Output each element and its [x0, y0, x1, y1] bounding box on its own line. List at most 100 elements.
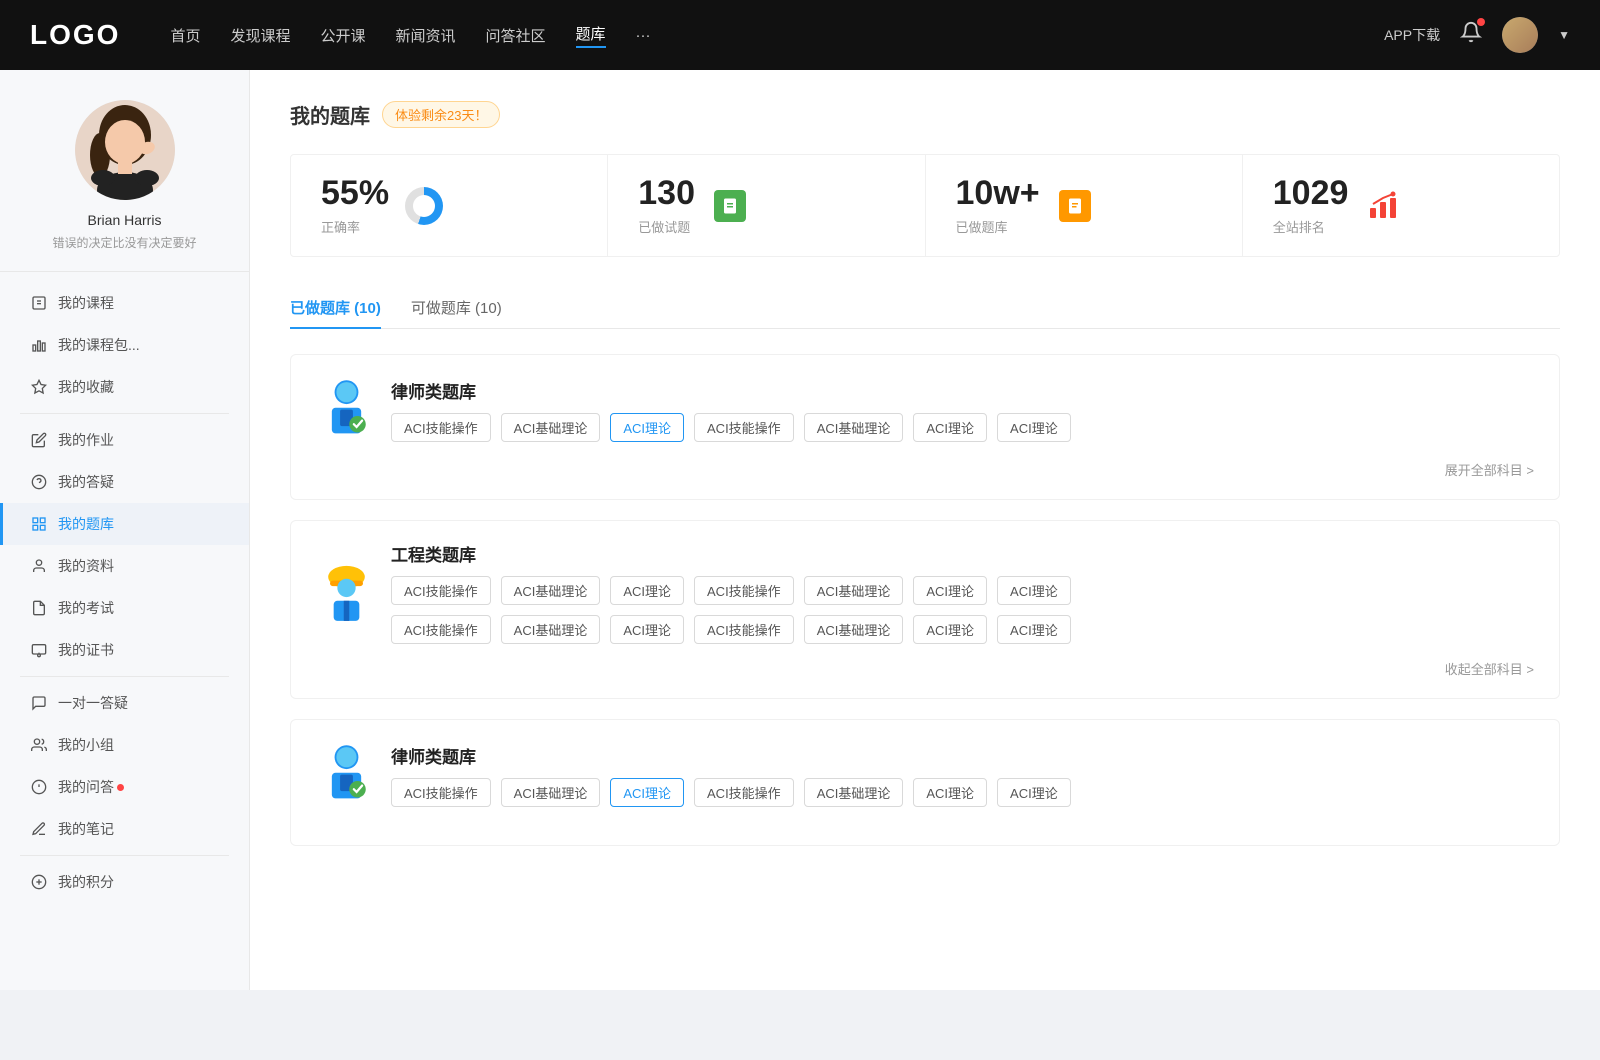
sidebar-item-1on1[interactable]: 一对一答疑 — [0, 682, 249, 724]
l2-tag-4[interactable]: ACI技能操作 — [694, 778, 794, 807]
questions-icon — [710, 186, 750, 226]
l2-tag-2[interactable]: ACI基础理论 — [501, 778, 601, 807]
qbank-lawyer-1-title: 律师类题库 — [391, 378, 1071, 403]
nav-more[interactable]: ··· — [636, 27, 651, 44]
sidebar-item-certificate[interactable]: 我的证书 — [0, 629, 249, 671]
sidebar-divider-1 — [20, 413, 229, 414]
sidebar-item-points[interactable]: 我的积分 — [0, 861, 249, 903]
collapse-engineer[interactable]: 收起全部科目 > — [316, 659, 1534, 678]
eng-tag-5[interactable]: ACI基础理论 — [804, 576, 904, 605]
logo: LOGO — [30, 19, 120, 51]
nav-qa[interactable]: 问答社区 — [486, 25, 546, 46]
tabs: 已做题库 (10) 可做题库 (10) — [290, 287, 1560, 329]
main-layout: Brian Harris 错误的决定比没有决定要好 我的课程 我的课程包... — [0, 70, 1600, 990]
l2-tag-7[interactable]: ACI理论 — [997, 778, 1071, 807]
group-icon — [30, 736, 48, 754]
sidebar-item-course-package[interactable]: 我的课程包... — [0, 324, 249, 366]
stat-questions-label: 已做试题 — [638, 217, 695, 236]
tag-7[interactable]: ACI理论 — [997, 413, 1071, 442]
sidebar-item-homework[interactable]: 我的作业 — [0, 419, 249, 461]
user-avatar[interactable] — [1502, 17, 1538, 53]
l2-tag-1[interactable]: ACI技能操作 — [391, 778, 491, 807]
tab-available-banks[interactable]: 可做题库 (10) — [411, 287, 502, 328]
qa-notification-dot — [117, 784, 124, 791]
sidebar: Brian Harris 错误的决定比没有决定要好 我的课程 我的课程包... — [0, 70, 250, 990]
eng-tag-3[interactable]: ACI理论 — [610, 576, 684, 605]
tag-6[interactable]: ACI理论 — [913, 413, 987, 442]
nav-opencourse[interactable]: 公开课 — [320, 25, 365, 46]
grid-icon — [30, 515, 48, 533]
qbank-engineer-tags-row1: ACI技能操作 ACI基础理论 ACI理论 ACI技能操作 ACI基础理论 AC… — [391, 576, 1534, 605]
notification-badge — [1477, 18, 1485, 26]
l2-tag-5[interactable]: ACI基础理论 — [804, 778, 904, 807]
page-title: 我的题库 — [290, 100, 370, 129]
sidebar-item-exam[interactable]: 我的考试 — [0, 587, 249, 629]
sidebar-username: Brian Harris — [88, 212, 162, 228]
page-header: 我的题库 体验剩余23天！ — [290, 100, 1560, 129]
eng-tag-10[interactable]: ACI理论 — [610, 615, 684, 644]
qa-icon — [30, 778, 48, 796]
qbank-lawyer-2-title: 律师类题库 — [391, 743, 1071, 768]
eng-tag-8[interactable]: ACI技能操作 — [391, 615, 491, 644]
coin-icon — [30, 873, 48, 891]
sidebar-item-qbank[interactable]: 我的题库 — [0, 503, 249, 545]
sidebar-item-notes[interactable]: 我的笔记 — [0, 808, 249, 850]
sidebar-item-group[interactable]: 我的小组 — [0, 724, 249, 766]
app-download-link[interactable]: APP下载 — [1384, 25, 1440, 45]
qbank-card-lawyer-2: 律师类题库 ACI技能操作 ACI基础理论 ACI理论 ACI技能操作 ACI基… — [290, 719, 1560, 846]
eng-tag-1[interactable]: ACI技能操作 — [391, 576, 491, 605]
tag-1[interactable]: ACI技能操作 — [391, 413, 491, 442]
engineer-icon — [316, 558, 376, 628]
question-icon — [30, 473, 48, 491]
qbank-card-lawyer-1: 律师类题库 ACI技能操作 ACI基础理论 ACI理论 ACI技能操作 ACI基… — [290, 354, 1560, 500]
tag-2[interactable]: ACI基础理论 — [501, 413, 601, 442]
trial-badge: 体验剩余23天！ — [382, 101, 500, 128]
user-icon — [30, 557, 48, 575]
sidebar-item-qa[interactable]: 我的答疑 — [0, 461, 249, 503]
notification-bell[interactable] — [1460, 21, 1482, 49]
sidebar-item-my-course[interactable]: 我的课程 — [0, 282, 249, 324]
chat-icon — [30, 694, 48, 712]
sidebar-item-my-qa[interactable]: 我的问答 — [0, 766, 249, 808]
l2-tag-3[interactable]: ACI理论 — [610, 778, 684, 807]
lawyer-icon-2 — [316, 740, 376, 810]
eng-tag-13[interactable]: ACI理论 — [913, 615, 987, 644]
doc-icon — [30, 599, 48, 617]
sidebar-profile: Brian Harris 错误的决定比没有决定要好 — [0, 100, 249, 272]
lawyer-icon — [316, 375, 376, 445]
bar-chart-icon — [30, 336, 48, 354]
stat-ranking: 1029 全站排名 — [1243, 155, 1559, 256]
eng-tag-9[interactable]: ACI基础理论 — [501, 615, 601, 644]
stat-questions-value: 130 — [638, 175, 695, 212]
nav-qbank[interactable]: 题库 — [576, 23, 606, 48]
tab-done-banks[interactable]: 已做题库 (10) — [290, 287, 381, 328]
qbank-card-engineer: 工程类题库 ACI技能操作 ACI基础理论 ACI理论 ACI技能操作 ACI基… — [290, 520, 1560, 699]
nav-news[interactable]: 新闻资讯 — [396, 25, 456, 46]
nav-home[interactable]: 首页 — [170, 25, 200, 46]
expand-lawyer-1[interactable]: 展开全部科目 > — [316, 460, 1534, 479]
nav-discover[interactable]: 发现课程 — [230, 25, 290, 46]
l2-tag-6[interactable]: ACI理论 — [913, 778, 987, 807]
stat-accuracy-label: 正确率 — [321, 217, 389, 236]
nav-links: 首页 发现课程 公开课 新闻资讯 问答社区 题库 ··· — [170, 23, 1384, 48]
stat-ranking-label: 全站排名 — [1273, 217, 1349, 236]
eng-tag-11[interactable]: ACI技能操作 — [694, 615, 794, 644]
stat-questions: 130 已做试题 — [608, 155, 925, 256]
qbank-lawyer-1-tags: ACI技能操作 ACI基础理论 ACI理论 ACI技能操作 ACI基础理论 AC… — [391, 413, 1071, 442]
accuracy-icon — [404, 186, 444, 226]
qbank-engineer-title: 工程类题库 — [391, 541, 1534, 566]
tag-4[interactable]: ACI技能操作 — [694, 413, 794, 442]
stat-ranking-value: 1029 — [1273, 175, 1349, 212]
tag-5[interactable]: ACI基础理论 — [804, 413, 904, 442]
tag-3[interactable]: ACI理论 — [610, 413, 684, 442]
eng-tag-14[interactable]: ACI理论 — [997, 615, 1071, 644]
user-dropdown-arrow[interactable]: ▼ — [1558, 28, 1570, 42]
eng-tag-2[interactable]: ACI基础理论 — [501, 576, 601, 605]
eng-tag-7[interactable]: ACI理论 — [997, 576, 1071, 605]
eng-tag-6[interactable]: ACI理论 — [913, 576, 987, 605]
sidebar-item-favorites[interactable]: 我的收藏 — [0, 366, 249, 408]
eng-tag-12[interactable]: ACI基础理论 — [804, 615, 904, 644]
eng-tag-4[interactable]: ACI技能操作 — [694, 576, 794, 605]
star-icon — [30, 378, 48, 396]
sidebar-item-profile[interactable]: 我的资料 — [0, 545, 249, 587]
